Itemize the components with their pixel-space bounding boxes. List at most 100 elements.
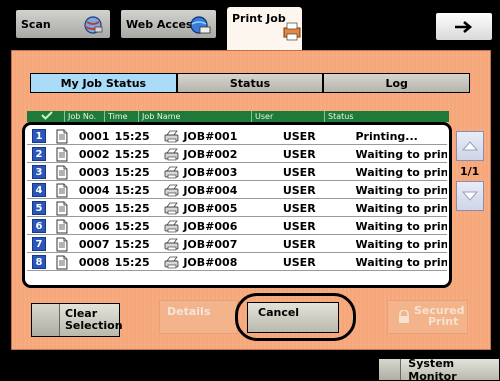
job-status: Waiting to print. [355, 201, 447, 215]
job-status: Printing... [355, 129, 418, 143]
row-number: 8 [32, 255, 46, 269]
tab-print-job-label: Print Job [232, 12, 286, 25]
job-time: 15:25 [114, 255, 150, 269]
cancel-label: Cancel [258, 306, 300, 319]
tab-status[interactable]: Status [176, 73, 324, 93]
table-row[interactable]: 8 0008 15:25 JOB#008 USER Waiting to print. [27, 254, 447, 271]
job-user: USER [282, 255, 316, 269]
checkmark-icon [41, 111, 53, 120]
lock-icon [399, 310, 409, 323]
job-status: Waiting to print. [355, 219, 447, 233]
tab-log[interactable]: Log [323, 73, 471, 93]
button-square [379, 359, 402, 380]
row-number: 5 [32, 201, 46, 215]
document-icon [56, 165, 68, 179]
printer-icon [164, 238, 179, 250]
printer-icon [164, 202, 179, 214]
col-user: User [252, 111, 325, 122]
col-job-no: Job No. [65, 111, 105, 122]
row-number: 6 [32, 219, 46, 233]
row-number: 2 [32, 147, 46, 161]
table-row[interactable]: 7 0007 15:25 JOB#007 USER Waiting to print. [27, 236, 447, 253]
job-name: JOB#003 [183, 165, 238, 179]
table-row[interactable]: 3 0003 15:25 JOB#003 USER Waiting to print. [27, 164, 447, 181]
document-icon [56, 219, 68, 233]
printer-icon [164, 148, 179, 160]
job-user: USER [282, 147, 316, 161]
tab-scan[interactable]: Scan [15, 9, 111, 39]
job-user: USER [282, 201, 316, 215]
printer-icon [164, 184, 179, 196]
printer-icon [164, 130, 179, 142]
select-all-check[interactable] [27, 111, 65, 122]
printer-icon [164, 220, 179, 232]
job-time: 15:25 [114, 183, 150, 197]
job-status-tabs: My Job Status Status Log [30, 73, 471, 93]
job-name: JOB#006 [183, 219, 238, 233]
tab-print-job[interactable]: Print Job [226, 6, 303, 50]
table-row[interactable]: 1 0001 15:25 JOB#001 USER Printing... [27, 128, 447, 145]
job-name: JOB#002 [183, 147, 238, 161]
system-monitor-button[interactable]: System Monitor [378, 357, 500, 381]
cancel-button[interactable]: Cancel [247, 302, 339, 333]
clear-label-line2: Selection [65, 319, 123, 332]
scroll-down-button[interactable] [456, 181, 484, 211]
job-status: Waiting to print. [355, 165, 447, 179]
job-time: 15:25 [114, 219, 150, 233]
job-number: 0006 [78, 219, 110, 233]
right-arrow-icon [455, 20, 473, 33]
table-row[interactable]: 5 0005 15:25 JOB#005 USER Waiting to print. [27, 200, 447, 217]
job-name: JOB#007 [183, 237, 238, 251]
table-row[interactable]: 6 0006 15:25 JOB#006 USER Waiting to print. [27, 218, 447, 235]
col-time: Time [105, 111, 139, 122]
printer-icon [164, 166, 179, 178]
table-row[interactable]: 4 0004 15:25 JOB#004 USER Waiting to print. [27, 182, 447, 199]
clear-selection-button[interactable]: Clear Selection [31, 303, 123, 337]
job-name: JOB#004 [183, 183, 238, 197]
page-indicator: 1/1 [460, 165, 480, 178]
job-user: USER [282, 219, 316, 233]
job-time: 15:25 [114, 237, 150, 251]
secured-print-button[interactable]: Secured Print [387, 300, 468, 334]
table-header: Job No. Time Job Name User Status [27, 111, 449, 122]
job-time: 15:25 [114, 129, 150, 143]
job-status: Waiting to print. [355, 183, 447, 197]
job-number: 0007 [78, 237, 110, 251]
button-square [32, 304, 60, 336]
row-number: 4 [32, 183, 46, 197]
row-number: 3 [32, 165, 46, 179]
triangle-down-icon [462, 191, 478, 201]
job-time: 15:25 [114, 147, 150, 161]
scroll-up-button[interactable] [456, 131, 484, 161]
tab-my-job-status[interactable]: My Job Status [30, 73, 177, 93]
col-status: Status [328, 112, 354, 121]
next-screen-button[interactable] [435, 12, 493, 41]
job-number: 0001 [78, 129, 110, 143]
job-name: JOB#001 [183, 129, 238, 143]
document-icon [56, 183, 68, 197]
job-number: 0003 [78, 165, 110, 179]
job-list: 1 0001 15:25 JOB#001 USER Printing... 2 0002 15:… [22, 122, 452, 288]
secured-label-line2: Print [428, 315, 459, 328]
print-job-icon [283, 22, 301, 41]
triangle-up-icon [462, 141, 478, 151]
scan-globe-icon [84, 16, 103, 34]
job-name: JOB#005 [183, 201, 238, 215]
job-number: 0005 [78, 201, 110, 215]
document-icon [56, 129, 68, 143]
job-number: 0004 [78, 183, 110, 197]
job-user: USER [282, 183, 316, 197]
job-status: Waiting to print. [355, 255, 447, 269]
job-number: 0008 [78, 255, 110, 269]
clear-selection-label: Clear Selection [65, 308, 123, 332]
job-time: 15:25 [114, 165, 150, 179]
job-number: 0002 [78, 147, 110, 161]
document-icon [56, 237, 68, 251]
job-user: USER [282, 237, 316, 251]
job-time: 15:25 [114, 201, 150, 215]
table-row[interactable]: 2 0002 15:25 JOB#002 USER Waiting to print. [27, 146, 447, 163]
tab-web-access[interactable]: Web Access [120, 9, 217, 39]
row-number: 7 [32, 237, 46, 251]
details-button[interactable]: Details [159, 300, 238, 334]
col-job-name: Job Name [139, 111, 252, 122]
